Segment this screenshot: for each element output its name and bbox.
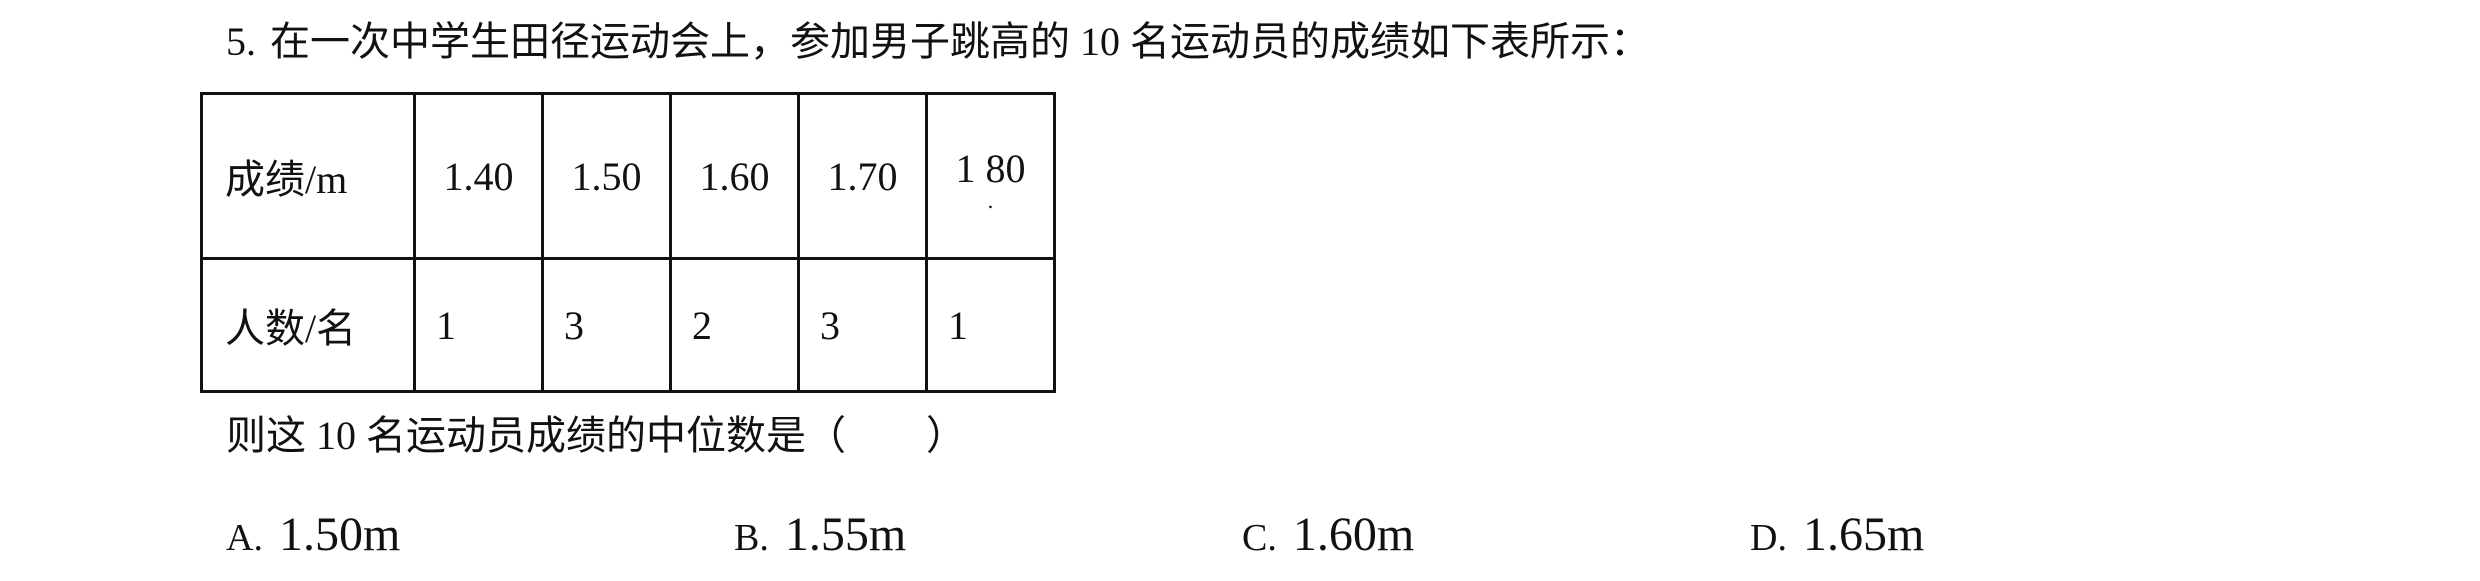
option-letter: A.	[226, 517, 263, 559]
option-b[interactable]: B. 1.55m	[734, 500, 906, 581]
option-value: 1.65m	[1802, 508, 1925, 561]
table-cell: 1.60	[669, 92, 800, 260]
table-header-counts: 人数/名	[200, 257, 416, 393]
table-cell: 1.40	[413, 92, 544, 260]
table-cell: 1	[925, 257, 1056, 393]
question-prompt: 则这 10 名运动员成绩的中位数是（ ）	[226, 413, 966, 458]
table-cell-text: 1 80	[955, 145, 1026, 191]
stray-dot-mark: ․	[987, 190, 994, 213]
table-cell-last: 1 80 ․	[925, 92, 1056, 260]
table-cell: 3	[797, 257, 928, 393]
table-cell: 1.50	[541, 92, 672, 260]
table-row-counts: 人数/名 1 3 2 3 1	[200, 257, 1056, 393]
option-letter: C.	[1242, 517, 1277, 559]
table-header-scores: 成绩/m	[200, 92, 416, 260]
option-letter: D.	[1750, 517, 1787, 559]
table-cell: 2	[669, 257, 800, 393]
option-value: 1.50m	[278, 508, 401, 561]
option-value: 1.60m	[1292, 508, 1415, 561]
answer-options: A. 1.50m B. 1.55m C. 1.60m D. 1.65m	[0, 500, 2480, 570]
table-cell: 1.70	[797, 92, 928, 260]
table-row-scores: 成绩/m 1.40 1.50 1.60 1.70 1 80 ․	[200, 92, 1056, 260]
option-letter: B.	[734, 517, 769, 559]
option-c[interactable]: C. 1.60m	[1242, 500, 1414, 581]
table-cell: 3	[541, 257, 672, 393]
data-table: 成绩/m 1.40 1.50 1.60 1.70 1 80 ․ 人数/名 1 3…	[200, 92, 1056, 393]
table-cell: 1	[413, 257, 544, 393]
option-a[interactable]: A. 1.50m	[226, 500, 400, 581]
question-stem: 5. 在一次中学生田径运动会上，参加男子跳高的 10 名运动员的成绩如下表所示：	[226, 10, 1650, 74]
question-text: 在一次中学生田径运动会上，参加男子跳高的 10 名运动员的成绩如下表所示：	[270, 19, 1650, 64]
option-value: 1.55m	[784, 508, 907, 561]
option-d[interactable]: D. 1.65m	[1750, 500, 1924, 581]
question-number: 5.	[226, 19, 256, 64]
